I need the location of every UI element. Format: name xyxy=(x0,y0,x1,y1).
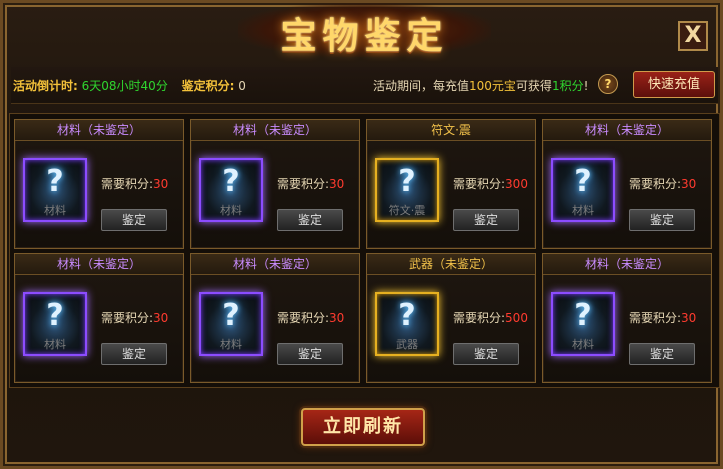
item-slot[interactable]: ? 材料 xyxy=(551,158,615,222)
event-amount: 100元宝 xyxy=(469,79,516,93)
cost-line: 需要积分:30 xyxy=(629,175,696,192)
cost-line: 需要积分:30 xyxy=(101,309,168,326)
cost-value: 30 xyxy=(153,311,169,325)
countdown-label: 活动倒计时: xyxy=(13,79,78,93)
item-label: 材料 xyxy=(572,204,594,217)
cost-line: 需要积分:30 xyxy=(629,309,696,326)
unknown-item-icon: ? xyxy=(222,164,240,199)
card-title: 材料（未鉴定） xyxy=(191,120,359,141)
item-label: 材料 xyxy=(220,204,242,217)
event-status: 活动倒计时: 6天08小时40分 鉴定积分: 0 xyxy=(13,77,246,94)
quick-recharge-button[interactable]: 快速充值 xyxy=(633,71,715,98)
cost-value: 30 xyxy=(681,177,697,191)
card-title: 材料（未鉴定） xyxy=(543,254,711,275)
item-slot[interactable]: ? 材料 xyxy=(23,158,87,222)
item-slot[interactable]: ? 武器 xyxy=(375,292,439,356)
cost-line: 需要积分:30 xyxy=(277,309,344,326)
identify-button[interactable]: 鉴定 xyxy=(453,209,519,231)
card-title: 材料（未鉴定） xyxy=(15,120,183,141)
card-title: 材料（未鉴定） xyxy=(191,254,359,275)
refresh-now-button[interactable]: 立即刷新 xyxy=(301,408,425,446)
event-text-3: ! xyxy=(583,79,589,93)
need-label: 需要积分: xyxy=(101,177,154,191)
item-label: 符文·震 xyxy=(388,204,426,217)
cost-value: 30 xyxy=(153,177,169,191)
need-label: 需要积分: xyxy=(453,177,506,191)
unknown-item-icon: ? xyxy=(398,298,416,333)
item-slot[interactable]: ? 材料 xyxy=(23,292,87,356)
score-value: 0 xyxy=(238,79,246,93)
identify-button[interactable]: 鉴定 xyxy=(453,343,519,365)
item-card: 材料（未鉴定） ? 材料 需要积分:30 鉴定 xyxy=(190,253,360,383)
event-points: 1积分 xyxy=(551,79,584,93)
item-slot[interactable]: ? 材料 xyxy=(199,158,263,222)
item-card: 武器（未鉴定） ? 武器 需要积分:500 鉴定 xyxy=(366,253,536,383)
item-slot[interactable]: ? 符文·震 xyxy=(375,158,439,222)
need-label: 需要积分: xyxy=(629,177,682,191)
cost-line: 需要积分:30 xyxy=(101,175,168,192)
cost-value: 30 xyxy=(681,311,697,325)
item-label: 材料 xyxy=(44,338,66,351)
need-label: 需要积分: xyxy=(277,177,330,191)
identify-button[interactable]: 鉴定 xyxy=(277,209,343,231)
cost-value: 500 xyxy=(505,311,528,325)
item-label: 材料 xyxy=(220,338,242,351)
item-card: 材料（未鉴定） ? 材料 需要积分:30 鉴定 xyxy=(190,119,360,249)
item-label: 武器 xyxy=(396,338,418,351)
close-button[interactable]: X xyxy=(678,21,708,51)
unknown-item-icon: ? xyxy=(46,298,64,333)
identify-button[interactable]: 鉴定 xyxy=(629,209,695,231)
item-card: 材料（未鉴定） ? 材料 需要积分:30 鉴定 xyxy=(14,253,184,383)
identify-button[interactable]: 鉴定 xyxy=(629,343,695,365)
unknown-item-icon: ? xyxy=(46,164,64,199)
item-card: 材料（未鉴定） ? 材料 需要积分:30 鉴定 xyxy=(14,119,184,249)
unknown-item-icon: ? xyxy=(574,164,592,199)
score-label: 鉴定积分: xyxy=(181,79,235,93)
help-icon[interactable]: ? xyxy=(598,74,618,94)
card-title: 武器（未鉴定） xyxy=(367,254,535,275)
need-label: 需要积分: xyxy=(453,311,506,325)
item-slot[interactable]: ? 材料 xyxy=(551,292,615,356)
cost-value: 30 xyxy=(329,177,345,191)
treasure-identify-window: 宝物鉴定 X 活动倒计时: 6天08小时40分 鉴定积分: 0 活动期间，每充值… xyxy=(0,0,723,469)
unknown-item-icon: ? xyxy=(574,298,592,333)
unknown-item-icon: ? xyxy=(222,298,240,333)
info-bar: 活动倒计时: 6天08小时40分 鉴定积分: 0 活动期间，每充值100元宝可获… xyxy=(11,67,718,104)
need-label: 需要积分: xyxy=(629,311,682,325)
card-title: 材料（未鉴定） xyxy=(543,120,711,141)
event-rule-text: 活动期间，每充值100元宝可获得1积分! xyxy=(373,77,588,94)
card-title: 材料（未鉴定） xyxy=(15,254,183,275)
cost-line: 需要积分:500 xyxy=(453,309,528,326)
unknown-item-icon: ? xyxy=(398,164,416,199)
item-card: 符文·震 ? 符文·震 需要积分:300 鉴定 xyxy=(366,119,536,249)
countdown-value: 6天08小时40分 xyxy=(81,79,168,93)
item-card: 材料（未鉴定） ? 材料 需要积分:30 鉴定 xyxy=(542,119,712,249)
need-label: 需要积分: xyxy=(101,311,154,325)
cost-line: 需要积分:30 xyxy=(277,175,344,192)
item-card: 材料（未鉴定） ? 材料 需要积分:30 鉴定 xyxy=(542,253,712,383)
cost-line: 需要积分:300 xyxy=(453,175,528,192)
card-title: 符文·震 xyxy=(367,120,535,141)
title-plate: 宝物鉴定 xyxy=(238,3,491,57)
identify-button[interactable]: 鉴定 xyxy=(101,343,167,365)
event-text-1: 活动期间，每充值 xyxy=(373,79,470,93)
item-label: 材料 xyxy=(44,204,66,217)
need-label: 需要积分: xyxy=(277,311,330,325)
identify-button[interactable]: 鉴定 xyxy=(101,209,167,231)
window-title: 宝物鉴定 xyxy=(280,15,449,57)
event-text-2: 可获得 xyxy=(515,79,552,93)
cost-value: 300 xyxy=(505,177,528,191)
identify-button[interactable]: 鉴定 xyxy=(277,343,343,365)
item-slot[interactable]: ? 材料 xyxy=(199,292,263,356)
item-label: 材料 xyxy=(572,338,594,351)
cost-value: 30 xyxy=(329,311,345,325)
